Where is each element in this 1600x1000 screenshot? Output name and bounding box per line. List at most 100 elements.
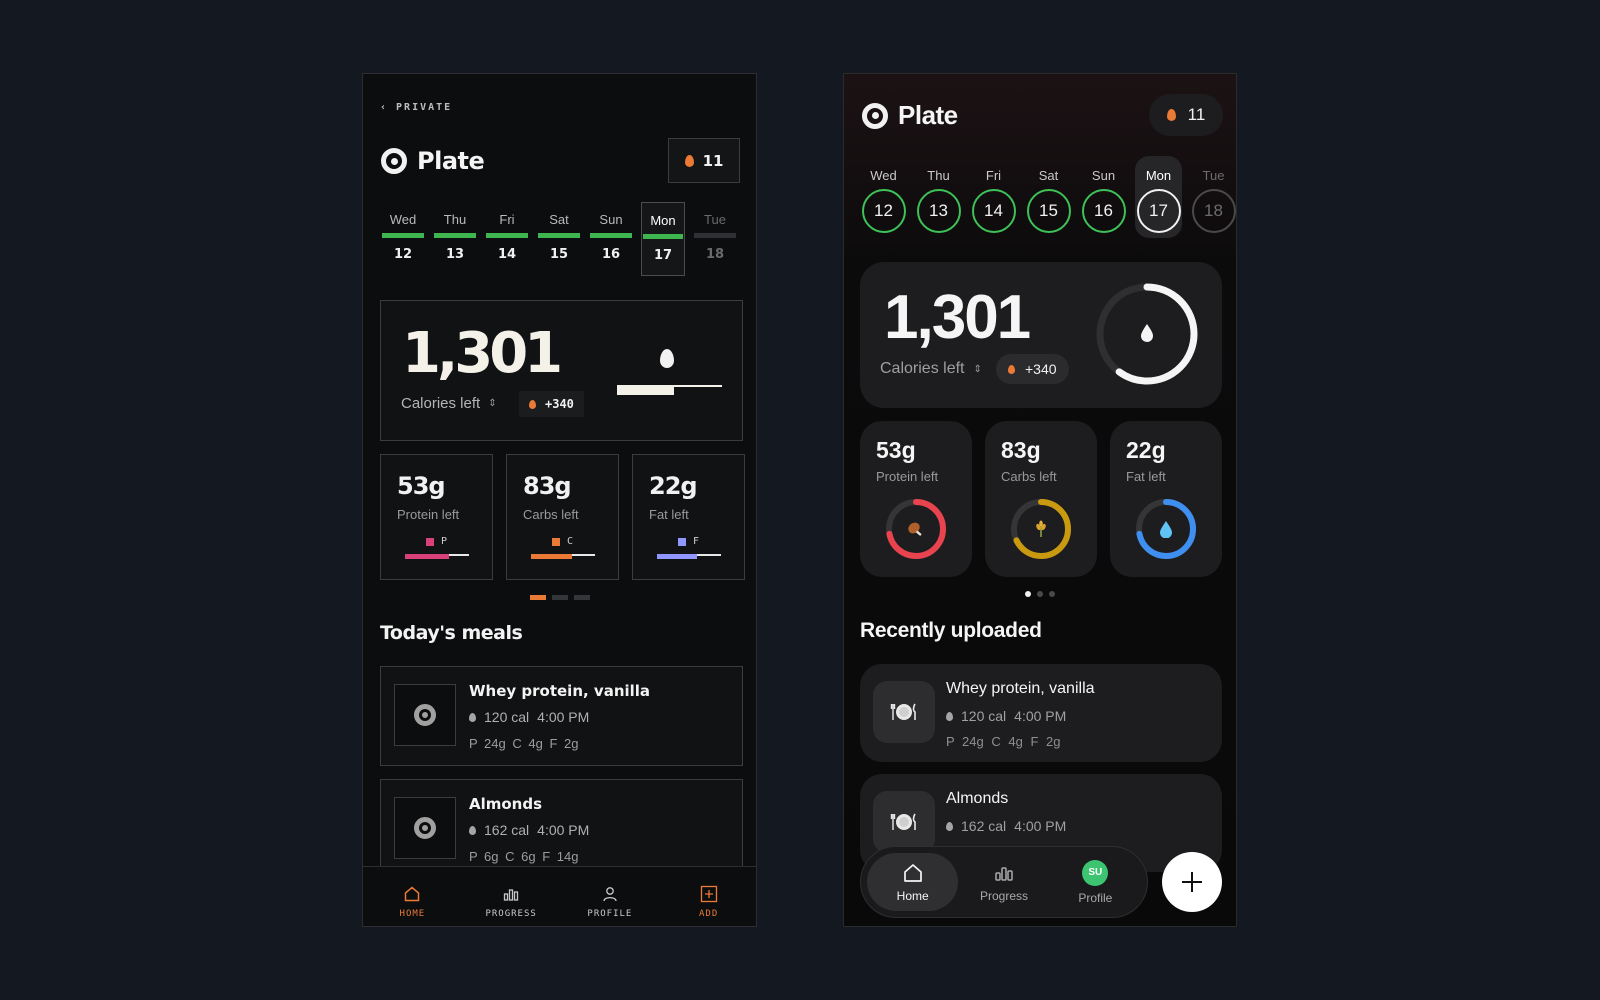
day-number: 12 bbox=[861, 189, 906, 233]
calories-progress-bar bbox=[617, 385, 722, 395]
meal-time: 4:00 PM bbox=[1014, 818, 1067, 834]
day-name: Sun bbox=[1091, 168, 1116, 183]
day-number: 14 bbox=[497, 247, 517, 262]
day-progress-bar bbox=[382, 233, 424, 238]
day-sun[interactable]: Sun 16 bbox=[589, 202, 633, 276]
back-link[interactable]: ‹ PRIVATE bbox=[380, 102, 452, 113]
calories-progress-fill bbox=[617, 385, 674, 395]
carousel-indicator bbox=[530, 595, 590, 600]
page-dot[interactable] bbox=[574, 595, 590, 600]
day-sat[interactable]: Sat 15 bbox=[537, 202, 581, 276]
meal-card[interactable]: Almonds 162 cal 4:00 PM P 6g C 6g F 14g bbox=[380, 779, 743, 879]
meal-fat: F 2g bbox=[1030, 734, 1061, 749]
calories-card[interactable]: 1,301 Calories left ⇕ +340 bbox=[860, 262, 1222, 408]
wheat-icon bbox=[1009, 497, 1073, 561]
day-thu[interactable]: Thu 13 bbox=[915, 156, 962, 238]
meal-macros: P 24g C 4g F 2g bbox=[469, 736, 578, 751]
day-progress-bar bbox=[538, 233, 580, 238]
tab-home[interactable]: Home bbox=[867, 853, 959, 911]
meal-card[interactable]: Whey protein, vanilla 120 cal 4:00 PM P 2… bbox=[380, 666, 743, 766]
meal-calories: 162 cal bbox=[484, 822, 530, 838]
right-phone-screen: Plate 11 Wed 12 Thu 13 Fri 14 Sat 15 Sun 16 M… bbox=[843, 73, 1237, 927]
protein-card[interactable]: 53g Protein left P bbox=[380, 454, 493, 580]
plate-placeholder-icon bbox=[414, 704, 436, 726]
page-dot[interactable] bbox=[1037, 591, 1043, 597]
day-name: Sat bbox=[1038, 168, 1059, 183]
calories-card[interactable]: 1,301 Calories left ⇕ +340 bbox=[380, 300, 743, 441]
tab-home[interactable]: HOME bbox=[363, 867, 462, 926]
meal-card[interactable]: Whey protein, vanilla 120 cal 4:00 PM P 2… bbox=[860, 664, 1222, 762]
day-number: 16 bbox=[1081, 189, 1126, 233]
protein-card[interactable]: 53g Protein left bbox=[860, 421, 972, 577]
flame-icon bbox=[946, 821, 953, 831]
day-fri[interactable]: Fri 14 bbox=[485, 202, 529, 276]
day-number: 18 bbox=[1191, 189, 1236, 233]
day-name: Wed bbox=[389, 212, 417, 227]
tab-add[interactable]: ADD bbox=[659, 867, 756, 926]
avatar: SU bbox=[1082, 859, 1109, 886]
app-logo: Plate bbox=[381, 147, 485, 175]
carbs-progress-bar bbox=[531, 554, 595, 559]
day-number: 12 bbox=[393, 247, 413, 262]
day-wed[interactable]: Wed 12 bbox=[860, 156, 907, 238]
meal-carbs: C 6g bbox=[505, 849, 536, 864]
streak-badge[interactable]: 11 bbox=[668, 138, 740, 183]
bar-chart-icon bbox=[503, 889, 519, 901]
fat-swatch bbox=[678, 537, 686, 546]
calories-value: 1,301 bbox=[884, 283, 1031, 352]
drumstick-icon bbox=[884, 497, 948, 561]
meal-calories: 120 cal bbox=[961, 708, 1007, 724]
page-dot-active[interactable] bbox=[530, 595, 546, 600]
day-tue[interactable]: Tue 18 bbox=[693, 202, 737, 276]
page-dot[interactable] bbox=[552, 595, 568, 600]
meal-info: 162 cal 4:00 PM bbox=[946, 818, 1066, 834]
add-icon bbox=[700, 885, 717, 903]
day-fri[interactable]: Fri 14 bbox=[970, 156, 1017, 238]
carbs-card[interactable]: 83g Carbs left C bbox=[506, 454, 619, 580]
meal-macros: P 24g C 4g F 2g bbox=[946, 734, 1060, 749]
meal-name: Whey protein, vanilla bbox=[469, 682, 651, 700]
meal-macros: P 6g C 6g F 14g bbox=[469, 849, 578, 864]
carbs-tag-letter: C bbox=[567, 536, 574, 547]
week-strip: Wed 12 Thu 13 Fri 14 Sat 15 Sun 16 Mon 17 Tue 1… bbox=[860, 156, 1236, 238]
day-wed[interactable]: Wed 12 bbox=[381, 202, 425, 276]
add-meal-button[interactable] bbox=[1162, 852, 1222, 912]
plate-logo-icon bbox=[381, 148, 407, 174]
page-dot[interactable] bbox=[1049, 591, 1055, 597]
day-mon-selected[interactable]: Mon 17 bbox=[641, 202, 685, 276]
calories-label-toggle[interactable]: Calories left ⇕ bbox=[880, 360, 982, 378]
tab-profile[interactable]: SU Profile bbox=[1050, 853, 1141, 911]
fat-card[interactable]: 22g Fat left F bbox=[632, 454, 745, 580]
flame-icon bbox=[529, 399, 536, 409]
carbs-progress-track bbox=[572, 554, 595, 556]
carbs-amount: 83g bbox=[523, 472, 572, 500]
tab-profile[interactable]: PROFILE bbox=[561, 867, 660, 926]
burned-calories-badge: +340 bbox=[519, 391, 584, 417]
day-name: Mon bbox=[1145, 168, 1172, 183]
streak-badge[interactable]: 11 bbox=[1149, 94, 1223, 136]
day-thu[interactable]: Thu 13 bbox=[433, 202, 477, 276]
carbs-tag: C bbox=[552, 536, 573, 547]
tab-progress[interactable]: PROGRESS bbox=[462, 867, 561, 926]
fat-amount: 22g bbox=[649, 472, 698, 500]
flame-icon bbox=[1008, 364, 1015, 374]
tab-progress[interactable]: Progress bbox=[958, 853, 1049, 911]
carbs-card[interactable]: 83g Carbs left bbox=[985, 421, 1097, 577]
meal-thumbnail bbox=[873, 791, 935, 853]
calories-progress-ring bbox=[1096, 283, 1198, 385]
meal-protein: P 6g bbox=[469, 849, 499, 864]
bottom-tab-bar: HOME PROGRESS PROFILE ADD bbox=[363, 866, 756, 926]
tab-home-label: Home bbox=[896, 888, 929, 903]
calories-progress-track bbox=[674, 385, 722, 387]
meal-name: Almonds bbox=[469, 795, 543, 813]
day-sun[interactable]: Sun 16 bbox=[1080, 156, 1127, 238]
bottom-tab-bar: Home Progress SU Profile bbox=[860, 846, 1148, 918]
calories-label-toggle[interactable]: Calories left ⇕ bbox=[401, 395, 497, 412]
day-mon-selected[interactable]: Mon 17 bbox=[1135, 156, 1182, 238]
page-dot-active[interactable] bbox=[1025, 591, 1031, 597]
day-sat[interactable]: Sat 15 bbox=[1025, 156, 1072, 238]
flame-icon bbox=[1166, 109, 1176, 121]
day-tue[interactable]: Tue 18 bbox=[1190, 156, 1236, 238]
flame-icon bbox=[684, 154, 694, 167]
fat-card[interactable]: 22g Fat left bbox=[1110, 421, 1222, 577]
